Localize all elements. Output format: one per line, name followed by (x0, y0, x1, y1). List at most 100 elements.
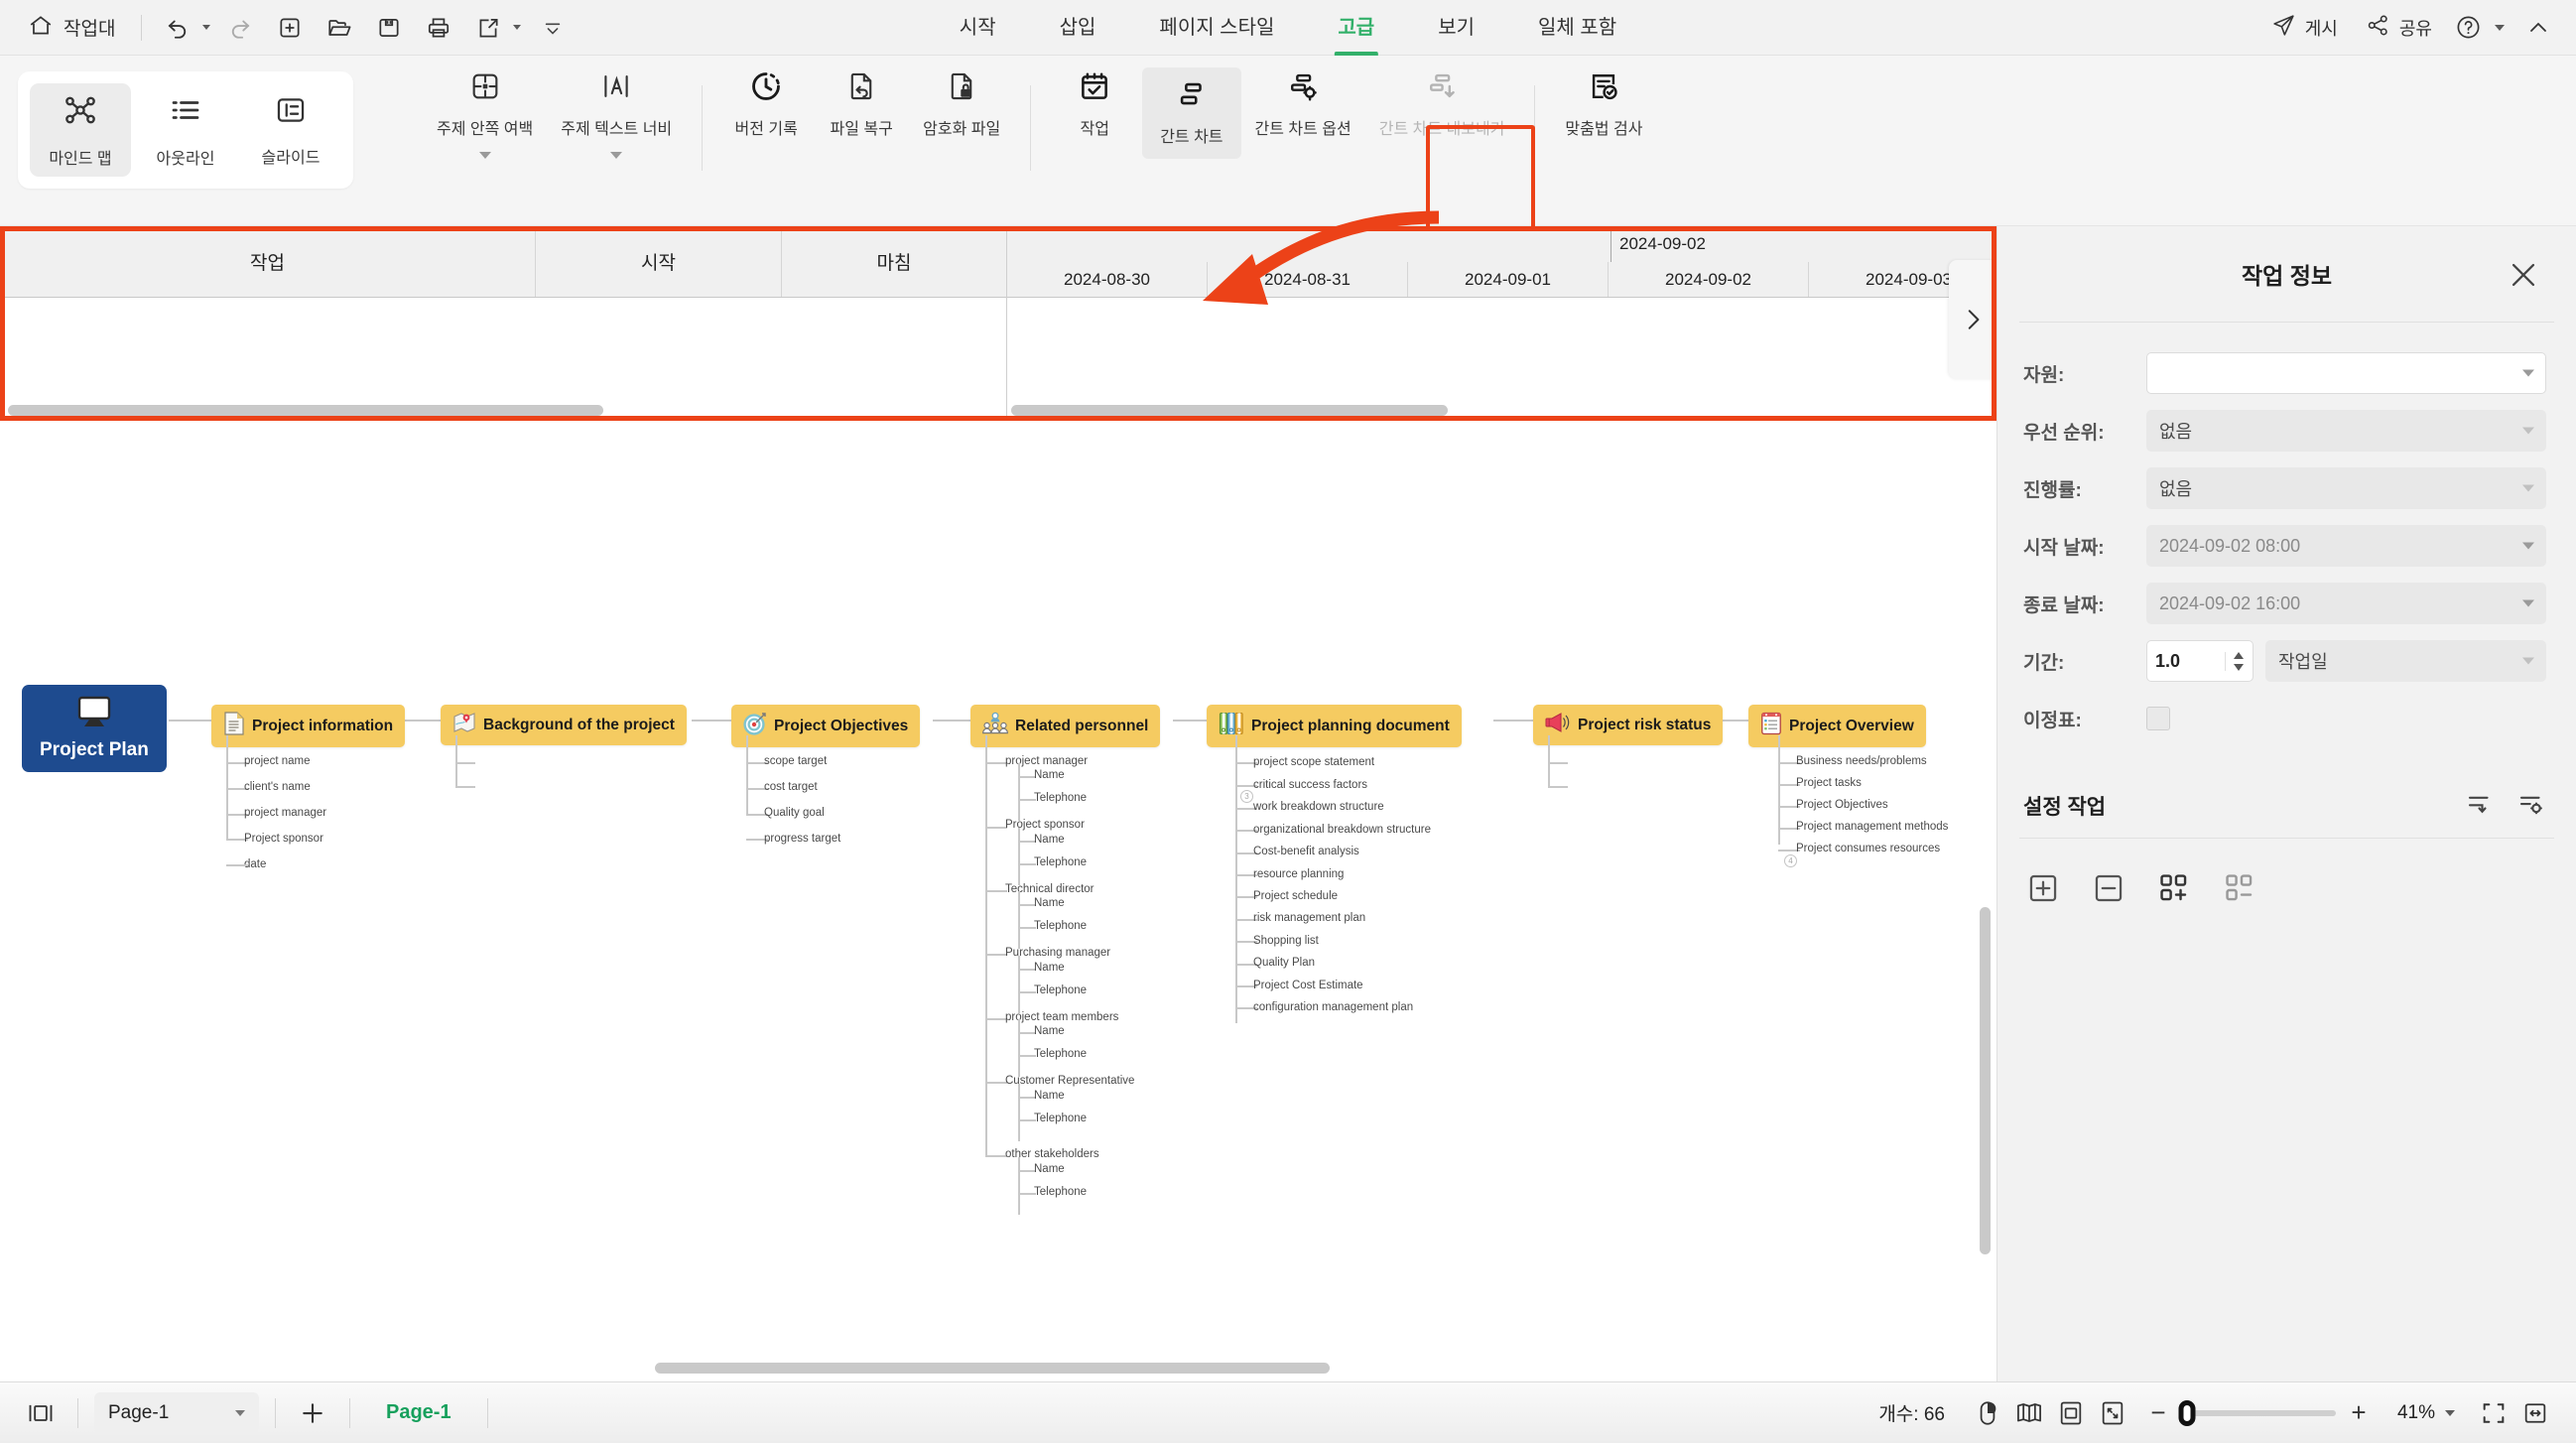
chevron-down-icon[interactable] (2522, 484, 2534, 492)
start-date-field[interactable]: 2024-09-02 08:00 (2146, 525, 2546, 567)
mindmap-branch-risk-status[interactable]: Project risk status (1533, 705, 1724, 745)
close-icon[interactable] (2505, 256, 2542, 294)
fit-page-icon[interactable] (2050, 1392, 2092, 1434)
remove-task-icon[interactable] (2089, 868, 2128, 908)
mindmap-leaf[interactable]: Quality Plan (1253, 957, 1315, 969)
mindmap-leaf[interactable]: Telephone (1034, 1113, 1087, 1124)
gantt-table-hscrollbar[interactable] (8, 405, 603, 416)
canvas-vertical-scrollbar[interactable] (1980, 907, 1991, 1254)
zoom-in-button[interactable]: + (2342, 1396, 2376, 1430)
zoom-dropdown-caret[interactable] (2445, 1409, 2455, 1416)
chevron-down-icon[interactable] (235, 1409, 245, 1416)
mindmap-leaf[interactable]: organizational breakdown structure (1253, 824, 1431, 836)
chevron-down-icon[interactable] (2522, 657, 2534, 665)
mindmap-leaf[interactable]: Name (1034, 1163, 1065, 1175)
mindmap-leaf[interactable]: Project tasks (1796, 777, 1862, 789)
priority-select[interactable]: 없음 (2146, 410, 2546, 452)
ribbon-spellcheck[interactable]: 맞춤법 검사 (1551, 69, 1656, 139)
add-subtask-icon[interactable] (2154, 868, 2194, 908)
chevron-down-icon[interactable] (2522, 369, 2534, 377)
tab-view[interactable]: 보기 (1406, 0, 1506, 56)
undo-icon[interactable] (158, 8, 197, 48)
ribbon-gantt-options[interactable]: 간트 차트 옵션 (1241, 69, 1365, 139)
undo-dropdown-caret[interactable] (202, 25, 211, 30)
link-task-icon[interactable] (2465, 789, 2495, 822)
view-slide[interactable]: 슬라이드 (240, 83, 341, 177)
mindmap-leaf[interactable]: Quality goal (764, 807, 825, 819)
mindmap-leaf[interactable]: Project sponsor (244, 833, 323, 845)
mindmap-leaf[interactable]: Cost-benefit analysis (1253, 846, 1359, 857)
chevron-down-icon[interactable] (478, 152, 491, 159)
mindmap-branch-planning-document[interactable]: Project planning document (1207, 705, 1462, 747)
progress-select[interactable]: 없음 (2146, 467, 2546, 509)
mindmap-leaf[interactable]: Telephone (1034, 1186, 1087, 1198)
gantt-col-finish[interactable]: 마침 (782, 226, 1006, 297)
mindmap-leaf[interactable]: Name (1034, 962, 1065, 974)
remove-subtask-icon[interactable] (2220, 868, 2259, 908)
mindmap-leaf[interactable]: Project Objectives (1796, 799, 1888, 811)
chevron-down-icon[interactable] (2522, 427, 2534, 435)
mindmap-leaf[interactable]: Telephone (1034, 1048, 1087, 1060)
mindmap-leaf[interactable]: Name (1034, 769, 1065, 781)
chevron-down-icon[interactable] (2522, 599, 2534, 607)
ribbon-gantt-export[interactable]: 간트 차트 내보내기 (1365, 69, 1519, 139)
mindmap-leaf[interactable]: project name (244, 755, 310, 767)
mindmap-leaf[interactable]: configuration management plan (1253, 1001, 1413, 1013)
mindmap-leaf[interactable]: Project consumes resources (1796, 843, 1940, 854)
save-icon[interactable] (369, 8, 409, 48)
redo-icon[interactable] (220, 8, 260, 48)
milestone-checkbox[interactable] (2146, 707, 2170, 730)
mindmap-leaf[interactable]: project scope statement (1253, 756, 1374, 768)
new-icon[interactable] (270, 8, 310, 48)
mindmap-leaf[interactable]: Business needs/problems (1796, 755, 1927, 767)
page-select[interactable]: Page-1 (94, 1391, 259, 1434)
mindmap-leaf[interactable]: progress target (764, 833, 840, 845)
workbench-home-button[interactable]: 작업대 (18, 9, 125, 46)
ribbon-topic-padding[interactable]: 주제 안쪽 여백 (423, 69, 547, 159)
print-icon[interactable] (419, 8, 458, 48)
mindmap-leaf[interactable]: work breakdown structure (1253, 801, 1384, 813)
mindmap-leaf[interactable]: project team members (1005, 1011, 1118, 1023)
width-fit-icon[interactable] (2514, 1392, 2556, 1434)
chevron-down-icon[interactable] (2522, 542, 2534, 550)
mindmap-leaf[interactable]: scope target (764, 755, 827, 767)
task-settings-icon[interactable] (2516, 789, 2546, 822)
page-tab-active[interactable]: Page-1 (366, 1401, 471, 1424)
publish-button[interactable]: 게시 (2259, 6, 2350, 50)
tab-sabip[interactable]: 삽입 (1028, 0, 1128, 56)
ribbon-version-history[interactable]: 버전 기록 (718, 69, 814, 139)
zoom-slider-knob[interactable] (2178, 1399, 2196, 1426)
mindmap-leaf[interactable]: Project management methods (1796, 821, 1948, 833)
mindmap-leaf[interactable]: risk management plan (1253, 912, 1365, 924)
mindmap-leaf[interactable]: project manager (244, 807, 326, 819)
gantt-bars-area[interactable] (1007, 298, 1996, 420)
add-task-icon[interactable] (2023, 868, 2063, 908)
zoom-slider-track[interactable] (2178, 1399, 2336, 1426)
canvas-horizontal-scrollbar[interactable] (655, 1363, 1330, 1374)
tab-page-style[interactable]: 페이지 스타일 (1127, 0, 1306, 56)
mindmap-leaf[interactable]: Project schedule (1253, 890, 1338, 902)
export-icon[interactable] (468, 8, 508, 48)
mindmap-leaf[interactable]: Telephone (1034, 984, 1087, 996)
mindmap-branch-project-objectives[interactable]: Project Objectives (731, 705, 921, 747)
resource-input[interactable] (2146, 352, 2546, 394)
presentation-icon[interactable] (2473, 1392, 2514, 1434)
mindmap-branch-background[interactable]: Background of the project (441, 705, 687, 745)
share-button[interactable]: 공유 (2354, 6, 2444, 50)
ribbon-topic-text-width[interactable]: 주제 텍스트 너비 (547, 69, 686, 159)
tab-advanced[interactable]: 고급 (1306, 0, 1406, 56)
view-outline[interactable]: 아웃라인 (135, 83, 236, 177)
mindmap-canvas[interactable]: Project Plan Project information project… (0, 421, 1996, 1381)
mindmap-leaf[interactable]: Telephone (1034, 792, 1087, 804)
gantt-table-body[interactable] (0, 298, 1006, 420)
mindmap-leaf[interactable]: Name (1034, 834, 1065, 846)
mindmap-leaf[interactable]: cost target (764, 781, 818, 793)
export-dropdown-caret[interactable] (513, 25, 522, 30)
tab-all-included[interactable]: 일체 포함 (1506, 0, 1648, 56)
help-icon[interactable] (2448, 8, 2488, 48)
mouse-mode-icon[interactable] (1967, 1392, 2008, 1434)
mindmap-leaf[interactable]: Project Cost Estimate (1253, 980, 1363, 991)
mindmap-leaf[interactable]: resource planning (1253, 868, 1344, 880)
mindmap-leaf[interactable]: Customer Representative (1005, 1075, 1134, 1087)
panel-layout-icon[interactable] (20, 1392, 62, 1434)
